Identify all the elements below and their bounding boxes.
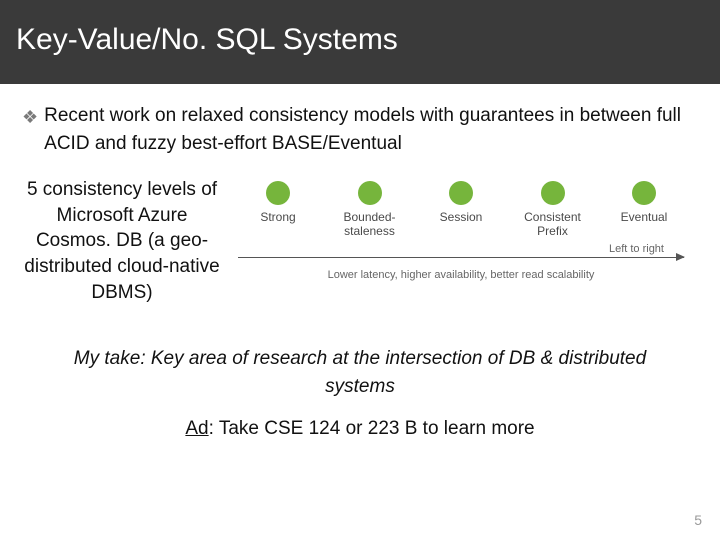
- arrow-caption-bottom: Lower latency, higher availability, bett…: [238, 269, 684, 281]
- bullet-text: Recent work on relaxed consistency model…: [44, 102, 698, 157]
- bullet-diamond-icon: ❖: [22, 104, 38, 130]
- dot-icon: [266, 181, 290, 205]
- level-strong: Strong: [236, 181, 320, 239]
- arrow: Left to right Lower latency, higher avai…: [232, 243, 690, 281]
- dot-icon: [541, 181, 565, 205]
- consistency-diagram: Strong Bounded-staleness Session Consist…: [232, 173, 698, 281]
- level-eventual: Eventual: [602, 181, 686, 239]
- slide-body: ❖ Recent work on relaxed consistency mod…: [0, 84, 720, 440]
- my-take-text: My take: Key area of research at the int…: [22, 345, 698, 400]
- level-label: Eventual: [621, 211, 668, 239]
- page-number: 5: [694, 512, 702, 528]
- level-consistent-prefix: ConsistentPrefix: [511, 181, 595, 239]
- arrow-caption-top: Left to right: [238, 243, 684, 255]
- diagram-row: 5 consistency levels of Microsoft Azure …: [22, 173, 698, 305]
- ad-label: Ad: [185, 418, 208, 439]
- dot-icon: [632, 181, 656, 205]
- level-label: Session: [440, 211, 483, 239]
- dot-icon: [449, 181, 473, 205]
- level-label: Bounded-staleness: [343, 211, 395, 239]
- diagram-caption: 5 consistency levels of Microsoft Azure …: [22, 173, 222, 305]
- level-session: Session: [419, 181, 503, 239]
- level-bounded-staleness: Bounded-staleness: [328, 181, 412, 239]
- slide-title: Key-Value/No. SQL Systems: [16, 23, 398, 57]
- levels-row: Strong Bounded-staleness Session Consist…: [232, 181, 690, 239]
- ad-text: Ad: Take CSE 124 or 223 B to learn more: [22, 418, 698, 440]
- bullet-item: ❖ Recent work on relaxed consistency mod…: [22, 102, 698, 157]
- level-label: ConsistentPrefix: [524, 211, 581, 239]
- ad-content: : Take CSE 124 or 223 B to learn more: [209, 418, 535, 439]
- title-bar: Key-Value/No. SQL Systems: [0, 0, 720, 84]
- arrow-right-icon: [238, 257, 684, 265]
- dot-icon: [358, 181, 382, 205]
- level-label: Strong: [260, 211, 295, 239]
